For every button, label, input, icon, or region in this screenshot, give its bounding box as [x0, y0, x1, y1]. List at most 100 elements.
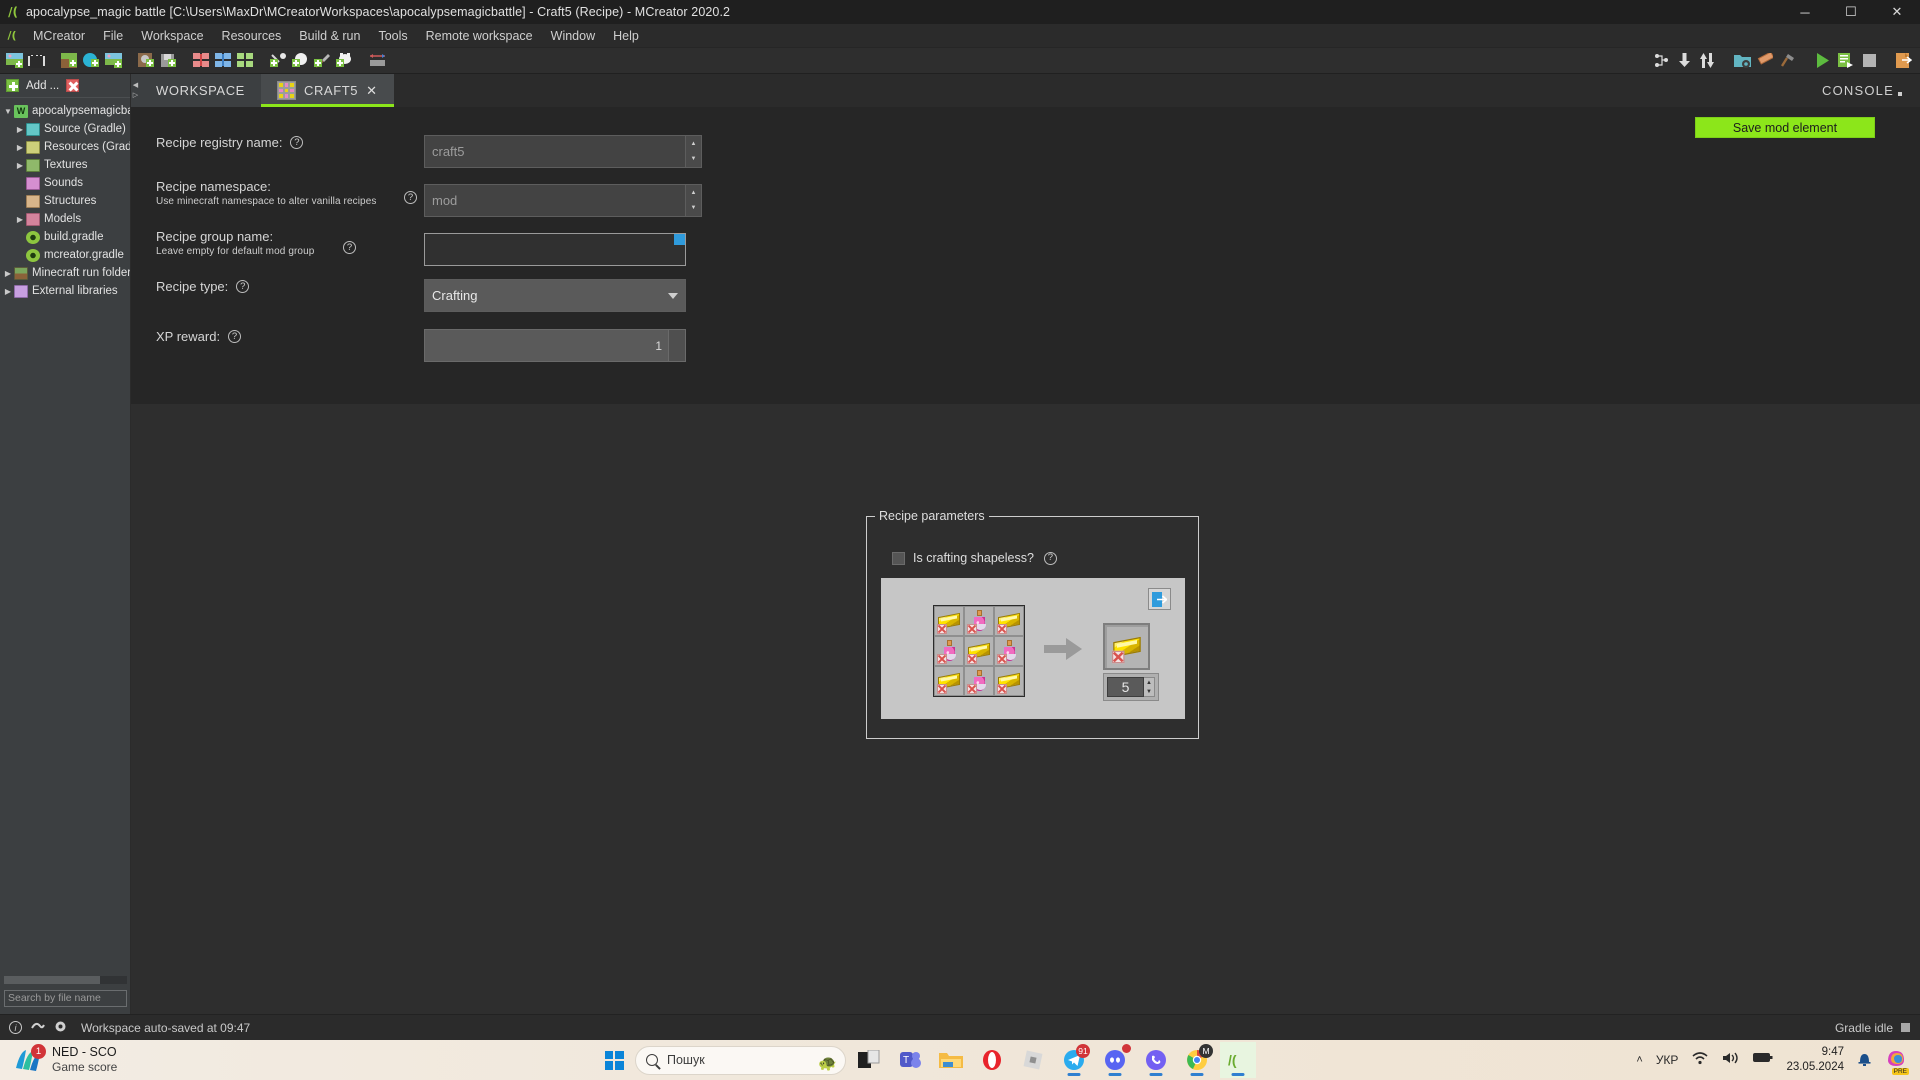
crafting-slot[interactable] [994, 606, 1024, 636]
stop-icon[interactable] [1901, 1023, 1910, 1032]
folder-settings-icon[interactable] [1732, 51, 1752, 71]
stop-icon[interactable] [1859, 51, 1879, 71]
gear-icon[interactable] [54, 1020, 67, 1036]
tree-item-textures[interactable]: ▶ Textures [0, 156, 130, 174]
menu-item-tools[interactable]: Tools [369, 26, 416, 46]
chevron-down-icon[interactable]: ▼ [686, 152, 701, 168]
horizontal-scrollbar[interactable] [4, 976, 127, 984]
new-green-texture-icon[interactable] [235, 51, 255, 71]
mcreator-icon[interactable]: /( [1220, 1042, 1256, 1078]
new-recipe-icon[interactable] [268, 51, 288, 71]
viber-icon[interactable] [1138, 1042, 1174, 1078]
menu-item-file[interactable]: File [94, 26, 132, 46]
registry-name-control[interactable]: craft5 ▲ ▼ [424, 135, 702, 168]
crafting-slot[interactable] [934, 636, 964, 666]
build-icon[interactable] [1836, 51, 1856, 71]
menu-item-build-and-run[interactable]: Build & run [290, 26, 369, 46]
resize-texture-icon[interactable] [367, 51, 387, 71]
amount-spinner[interactable]: ▲ ▼ [1144, 677, 1155, 697]
output-amount-stepper[interactable]: 5 ▲ ▼ [1103, 673, 1159, 701]
menu-item-remote-workspace[interactable]: Remote workspace [417, 26, 542, 46]
file-tree[interactable]: ▼ W apocalypsemagicba ▶ Source (Gradle) … [0, 98, 130, 300]
chevron-down-icon[interactable]: ▼ [1146, 689, 1152, 695]
tree-item-build-gradle[interactable]: build.gradle [0, 228, 130, 246]
crafting-slot[interactable] [964, 666, 994, 696]
group-name-input[interactable] [424, 233, 686, 266]
output-amount-value[interactable]: 5 [1107, 677, 1144, 697]
add-icon[interactable] [6, 79, 19, 92]
tab-scroll-buttons[interactable]: ◀ ▷ [131, 74, 140, 107]
roblox-icon[interactable] [1015, 1042, 1051, 1078]
crafting-slot[interactable] [994, 666, 1024, 696]
wifi-icon[interactable] [1691, 1051, 1709, 1070]
close-button[interactable]: ✕ [1874, 0, 1920, 24]
tree-item-mcreator-gradle[interactable]: mcreator.gradle [0, 246, 130, 264]
export-recipe-icon[interactable] [1148, 588, 1171, 610]
help-icon[interactable]: ? [1043, 551, 1057, 565]
maximize-button[interactable]: ☐ [1828, 0, 1874, 24]
expand-arrow-icon[interactable]: ▼ [2, 107, 14, 116]
chevron-up-icon[interactable]: ▲ [1146, 680, 1152, 686]
group-name-control[interactable] [424, 233, 686, 266]
namespace-control[interactable]: mod ▲ ▼ [424, 184, 702, 217]
run-client-icon[interactable] [1813, 51, 1833, 71]
save-mod-element-button[interactable]: Save mod element [1695, 117, 1875, 138]
help-icon[interactable]: ? [404, 191, 417, 204]
texture-icon[interactable] [1755, 51, 1775, 71]
new-tool-icon[interactable] [312, 51, 332, 71]
opera-icon[interactable] [974, 1042, 1010, 1078]
registry-name-dropdown[interactable]: ▲ ▼ [686, 135, 702, 168]
menu-item-mcreator[interactable]: MCreator [24, 26, 94, 46]
expand-arrow-icon[interactable]: ▶ [14, 143, 26, 152]
taskbar-clock[interactable]: 9:47 23.05.2024 [1786, 1045, 1844, 1075]
crafting-slot[interactable] [964, 636, 994, 666]
taskbar-news-widget[interactable]: 1 NED - SCO Game score [0, 1044, 560, 1076]
copilot-icon[interactable]: PRE [1885, 1047, 1909, 1075]
close-icon[interactable]: ✕ [366, 83, 378, 99]
menu-item-help[interactable]: Help [604, 26, 648, 46]
import-icon[interactable] [1674, 51, 1694, 71]
scrollbar-thumb[interactable] [4, 976, 100, 984]
expand-arrow-icon[interactable]: ▶ [14, 125, 26, 134]
expand-arrow-icon[interactable]: ▶ [14, 215, 26, 224]
chevron-up-icon[interactable]: ▲ [686, 185, 701, 201]
shapeless-checkbox[interactable] [892, 551, 905, 565]
bell-icon[interactable] [1857, 1051, 1872, 1070]
recipe-type-select[interactable]: Crafting [424, 279, 686, 312]
new-structure-icon[interactable] [158, 51, 178, 71]
hammer-icon[interactable] [1778, 51, 1798, 71]
microsoft-teams-icon[interactable]: T [892, 1042, 928, 1078]
film-strip-icon[interactable] [26, 51, 46, 71]
chevron-down-icon[interactable]: ▼ [686, 201, 701, 217]
new-mod-element-icon[interactable] [4, 51, 24, 71]
chevron-up-icon[interactable]: ˄ [1636, 1054, 1642, 1066]
expand-arrow-icon[interactable]: ▶ [2, 287, 14, 296]
new-item-icon[interactable] [290, 51, 310, 71]
language-indicator[interactable]: УКР [1656, 1053, 1679, 1067]
help-icon[interactable]: ? [236, 280, 250, 293]
console-toggle[interactable]: CONSOLE [1822, 74, 1920, 107]
chrome-icon[interactable]: M [1179, 1042, 1215, 1078]
export-workspace-icon[interactable] [1894, 51, 1914, 71]
battery-icon[interactable] [1753, 1051, 1773, 1069]
taskbar-search-box[interactable]: Пошук 🐢 [635, 1045, 846, 1075]
remove-icon[interactable] [66, 79, 80, 92]
file-explorer-icon[interactable] [933, 1042, 969, 1078]
namespace-input[interactable]: mod [424, 184, 686, 217]
windows-start-icon[interactable] [598, 1044, 630, 1076]
tab-workspace[interactable]: WORKSPACE [140, 74, 261, 107]
tree-item-resources[interactable]: ▶ Resources (Gradl [0, 138, 130, 156]
tree-item-models[interactable]: ▶ Models [0, 210, 130, 228]
new-red-texture-icon[interactable] [191, 51, 211, 71]
xp-reward-input[interactable]: 1 [424, 329, 669, 362]
namespace-dropdown[interactable]: ▲ ▼ [686, 184, 702, 217]
telegram-icon[interactable]: 91 [1056, 1042, 1092, 1078]
workspace-settings-icon[interactable] [1651, 51, 1671, 71]
xp-reward-stepper[interactable] [669, 329, 686, 362]
info-icon[interactable]: i [9, 1021, 22, 1034]
expand-arrow-icon[interactable]: ▶ [2, 269, 14, 278]
crafting-output-slot[interactable] [1103, 623, 1150, 670]
export-icon[interactable] [1697, 51, 1717, 71]
menu-item-window[interactable]: Window [542, 26, 604, 46]
chevron-down-icon[interactable] [668, 292, 678, 299]
